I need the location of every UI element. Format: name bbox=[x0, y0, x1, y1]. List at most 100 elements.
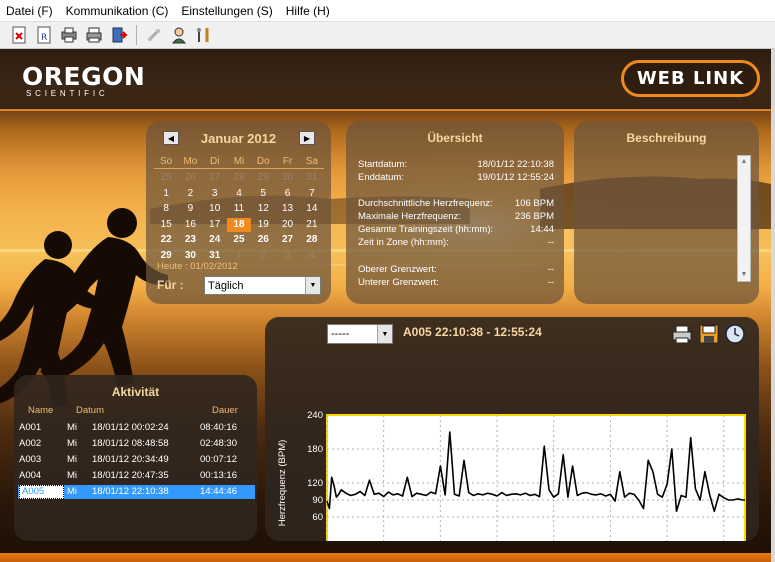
description-scrollbar[interactable]: ▲ ▼ bbox=[737, 155, 751, 282]
calendar-day[interactable]: 12 bbox=[251, 202, 275, 217]
overview-value: -- bbox=[547, 237, 554, 248]
activity-row[interactable]: A003 Mi 18/01/12 20:34:49 00:07:12 bbox=[18, 453, 255, 467]
description-text[interactable]: ▲ ▼ bbox=[584, 155, 751, 295]
activity-duration: 14:44:46 bbox=[200, 486, 237, 497]
calendar-day[interactable]: 26 bbox=[251, 233, 275, 248]
menu-hilfe[interactable]: Hilfe (H) bbox=[286, 4, 330, 18]
activity-date: 18/01/12 22:10:38 bbox=[92, 486, 169, 497]
calendar-day[interactable]: 4 bbox=[227, 187, 251, 202]
calendar-day[interactable]: 10 bbox=[203, 202, 227, 217]
calendar-prev-button[interactable]: ◀ bbox=[163, 131, 179, 145]
delete-icon[interactable] bbox=[8, 24, 30, 46]
calendar-day[interactable]: 6 bbox=[275, 187, 299, 202]
user-icon[interactable] bbox=[168, 24, 190, 46]
overview-row: Oberer Grenzwert: -- bbox=[358, 264, 554, 275]
activity-duration: 02:48:30 bbox=[200, 438, 237, 449]
weekday-header: So bbox=[154, 156, 179, 169]
calendar-day[interactable]: 24 bbox=[203, 233, 227, 248]
activity-day: Mi bbox=[67, 438, 78, 449]
activity-col-date[interactable]: Datum bbox=[76, 405, 104, 416]
calendar-day[interactable]: 28 bbox=[300, 233, 324, 248]
activity-duration: 08:40:16 bbox=[200, 422, 237, 433]
report-icon[interactable]: R bbox=[33, 24, 55, 46]
activity-duration: 00:13:16 bbox=[200, 470, 237, 481]
window-edge bbox=[771, 49, 775, 562]
calendar-day[interactable]: 3 bbox=[203, 187, 227, 202]
svg-text:R: R bbox=[41, 33, 47, 43]
chevron-down-icon[interactable]: ▼ bbox=[305, 277, 320, 294]
calendar-day[interactable]: 11 bbox=[227, 202, 251, 217]
menu-datei[interactable]: Datei (F) bbox=[6, 4, 53, 18]
weblink-badge[interactable]: WEB LINK bbox=[621, 60, 760, 97]
calendar-day[interactable]: 25 bbox=[227, 233, 251, 248]
calendar-next-button[interactable]: ▶ bbox=[299, 131, 315, 145]
y-axis-label: Herzfrequenz (BPM) bbox=[277, 440, 288, 527]
activity-date: 18/01/12 08:48:58 bbox=[92, 438, 169, 449]
calendar-day[interactable]: 20 bbox=[275, 218, 299, 233]
activity-col-name[interactable]: Name bbox=[28, 405, 53, 416]
overview-row: Durchschnittliche Herzfrequenz: 106 BPM bbox=[358, 198, 554, 209]
calendar-day[interactable]: 16 bbox=[178, 218, 202, 233]
settings-icon[interactable] bbox=[193, 24, 215, 46]
calendar-day[interactable]: 8 bbox=[154, 202, 178, 217]
overview-value: 106 BPM bbox=[514, 198, 554, 209]
calendar-day[interactable]: 27 bbox=[203, 171, 227, 186]
calendar-header: Januar 2012 ◀ ▶ bbox=[146, 129, 331, 149]
calendar-day[interactable]: 2 bbox=[251, 249, 275, 264]
footer-strip bbox=[0, 553, 771, 562]
overview-row: Enddatum: 19/01/12 12:55:24 bbox=[358, 172, 554, 183]
calendar-day[interactable]: 15 bbox=[154, 218, 178, 233]
calendar-day[interactable]: 23 bbox=[178, 233, 202, 248]
calendar-grid: So Mo Di Mi Do Fr Sa 25 26 27 28 29 30 31 1 2 3 4 5 6 7 8 9 10 1… bbox=[154, 156, 324, 263]
exit-icon[interactable] bbox=[108, 24, 130, 46]
menu-kommunikation[interactable]: Kommunikation (C) bbox=[66, 4, 169, 18]
scroll-down-icon[interactable]: ▼ bbox=[738, 269, 750, 281]
connect-icon[interactable] bbox=[143, 24, 165, 46]
overview-label: Gesamte Trainingszeit (hh:mm): bbox=[358, 224, 494, 235]
activity-row[interactable]: A005 Mi 18/01/12 22:10:38 14:44:46 bbox=[18, 485, 255, 499]
calendar-day[interactable]: 28 bbox=[227, 171, 251, 186]
overview-value: 236 BPM bbox=[514, 211, 554, 222]
description-title: Beschreibung bbox=[626, 131, 707, 145]
print-icon[interactable] bbox=[83, 24, 105, 46]
calendar-day[interactable]: 2 bbox=[178, 187, 202, 202]
calendar-day[interactable]: 22 bbox=[154, 233, 178, 248]
weekday-header: Sa bbox=[299, 156, 324, 169]
calendar-day[interactable]: 9 bbox=[178, 202, 202, 217]
overview-label: Unterer Grenzwert: bbox=[358, 277, 439, 288]
activity-row[interactable]: A002 Mi 18/01/12 08:48:58 02:48:30 bbox=[18, 437, 255, 451]
calendar-day[interactable]: 25 bbox=[154, 171, 178, 186]
calendar-today[interactable]: Heute : 01/02/2012 bbox=[157, 261, 238, 272]
scroll-up-icon[interactable]: ▲ bbox=[738, 156, 750, 168]
print-preview-icon[interactable] bbox=[58, 24, 80, 46]
activity-row[interactable]: A001 Mi 18/01/12 00:02:24 08:40:16 bbox=[18, 421, 255, 435]
calendar-day[interactable]: 29 bbox=[251, 171, 275, 186]
calendar-day[interactable]: 7 bbox=[300, 187, 324, 202]
calendar-day[interactable]: 31 bbox=[300, 171, 324, 186]
period-select[interactable]: Täglich ▼ bbox=[204, 276, 321, 295]
activity-name: A003 bbox=[19, 454, 42, 465]
calendar-day[interactable]: 4 bbox=[300, 249, 324, 264]
calendar-day-selected[interactable]: 18 bbox=[226, 217, 252, 232]
calendar-day[interactable]: 21 bbox=[300, 218, 324, 233]
brand-name: OREGON bbox=[22, 62, 146, 91]
menu-einstellungen[interactable]: Einstellungen (S) bbox=[181, 4, 272, 18]
heart-rate-chart: 0609012018024022:1000:1002:1004:1006:100… bbox=[277, 410, 746, 541]
activity-row[interactable]: A004 Mi 18/01/12 20:47:35 00:13:16 bbox=[18, 469, 255, 483]
overview-value: 19/01/12 12:55:24 bbox=[477, 172, 554, 183]
calendar-day[interactable]: 1 bbox=[154, 187, 178, 202]
calendar-day[interactable]: 27 bbox=[275, 233, 299, 248]
calendar-day[interactable]: 13 bbox=[275, 202, 299, 217]
y-tick-label: 60 bbox=[312, 512, 323, 523]
calendar-day[interactable]: 26 bbox=[178, 171, 202, 186]
calendar-day[interactable]: 19 bbox=[251, 218, 275, 233]
calendar-day[interactable]: 30 bbox=[275, 171, 299, 186]
calendar-day[interactable]: 17 bbox=[203, 218, 227, 233]
calendar-day[interactable]: 5 bbox=[251, 187, 275, 202]
overview-label: Durchschnittliche Herzfrequenz: bbox=[358, 198, 493, 209]
calendar-day[interactable]: 3 bbox=[275, 249, 299, 264]
weekday-header: Do bbox=[251, 156, 276, 169]
activity-day: Mi bbox=[67, 422, 78, 433]
activity-col-duration[interactable]: Dauer bbox=[212, 405, 238, 416]
calendar-day[interactable]: 14 bbox=[300, 202, 324, 217]
